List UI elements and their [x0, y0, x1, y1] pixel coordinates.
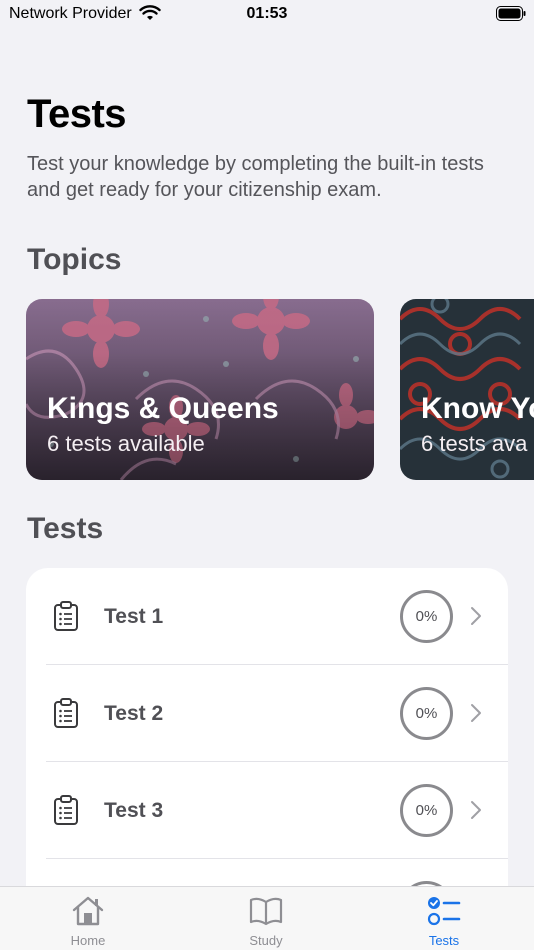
progress-text: 0%	[415, 802, 438, 819]
tab-study-label: Study	[249, 933, 283, 948]
status-bar: Network Provider 01:53	[0, 0, 534, 30]
test-row[interactable]: Test 3 0%	[26, 762, 508, 859]
house-icon	[72, 896, 104, 926]
page-title: Tests	[27, 92, 127, 136]
checklist-icon	[427, 897, 461, 926]
progress-ring: 0%	[400, 687, 453, 740]
clipboard-icon	[54, 601, 78, 631]
clipboard-icon	[54, 795, 78, 825]
page-subtitle: Test your knowledge by completing the bu…	[27, 153, 484, 201]
topic-card-title: Kings & Queens	[47, 392, 279, 425]
book-icon	[249, 897, 283, 926]
tab-home-label: Home	[70, 933, 106, 948]
topics-section-title: Topics	[27, 243, 122, 276]
test-label: Test 2	[104, 702, 164, 725]
status-time: 01:53	[246, 5, 288, 22]
tab-bar: Home Study Tests	[0, 886, 534, 950]
tab-home[interactable]: Home	[28, 887, 148, 950]
topic-card-kings-queens[interactable]: Kings & Queens 6 tests available	[26, 299, 374, 480]
tab-tests-label: Tests	[428, 933, 460, 948]
tests-screen: Network Provider 01:53 Tests Test your k…	[0, 0, 534, 950]
progress-ring: 0%	[400, 784, 453, 837]
test-row[interactable]: Test 1 0%	[26, 568, 508, 665]
battery-icon	[496, 6, 526, 21]
test-label: Test 1	[104, 605, 164, 628]
topic-card-subtitle: 6 tests ava	[421, 431, 528, 456]
clipboard-icon	[54, 698, 78, 728]
progress-text: 0%	[415, 705, 438, 722]
topic-card-subtitle: 6 tests available	[47, 431, 205, 456]
topic-card-title: Know Yo	[421, 392, 534, 425]
tests-list: Test 1 0% Test 2 0% Test 3 0%	[26, 568, 508, 908]
chevron-right-icon	[471, 801, 481, 819]
progress-ring: 0%	[400, 590, 453, 643]
tests-section-title: Tests	[27, 512, 104, 545]
topic-card-know-your[interactable]: Know Yo 6 tests ava	[400, 299, 534, 480]
tab-tests[interactable]: Tests	[384, 887, 504, 950]
chevron-right-icon	[471, 607, 481, 625]
progress-text: 0%	[415, 608, 438, 625]
chevron-right-icon	[471, 704, 481, 722]
test-row[interactable]: Test 2 0%	[26, 665, 508, 762]
tab-study[interactable]: Study	[206, 887, 326, 950]
test-label: Test 3	[104, 799, 164, 822]
